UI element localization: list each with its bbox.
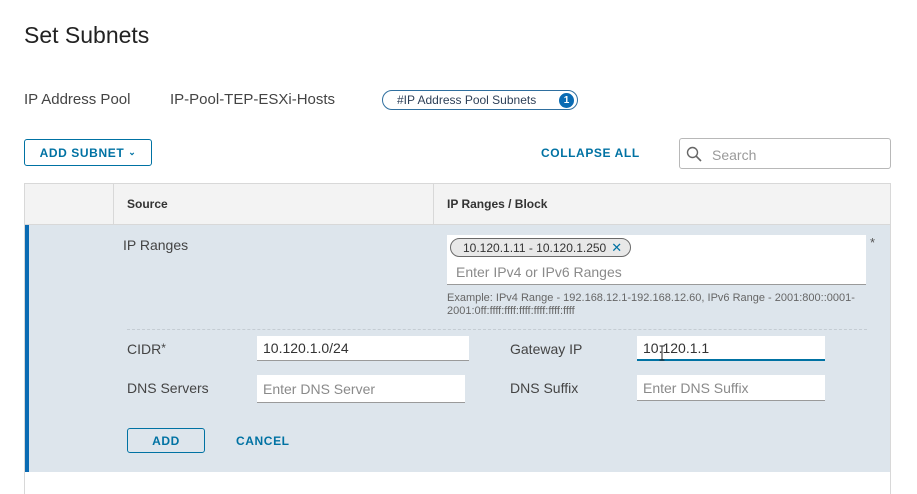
ip-ranges-input[interactable] <box>450 262 862 282</box>
ip-ranges-label: IP Ranges <box>123 237 189 253</box>
column-divider <box>113 184 114 224</box>
ip-range-chip[interactable]: 10.120.1.11 - 10.120.1.250 ✕ <box>450 238 632 257</box>
dns-suffix-label: DNS Suffix <box>510 380 579 396</box>
search-input[interactable] <box>710 144 884 166</box>
collapse-all-link[interactable]: COLLAPSE ALL <box>541 146 640 160</box>
close-icon[interactable]: ✕ <box>611 240 622 256</box>
column-divider <box>433 184 434 224</box>
ip-range-chip-label: 10.120.1.11 - 10.120.1.250 <box>463 240 607 255</box>
page-title: Set Subnets <box>24 22 150 48</box>
cidr-input[interactable] <box>257 336 469 361</box>
chevron-down-icon: ⌄ <box>128 147 137 157</box>
pool-subnets-chip[interactable]: #IP Address Pool Subnets 1 <box>382 90 578 110</box>
subnet-edit-row: IP Ranges 10.120.1.11 - 10.120.1.250 ✕ *… <box>25 225 890 472</box>
cancel-button[interactable]: CANCEL <box>236 434 290 448</box>
cidr-label: CIDR* <box>127 341 166 357</box>
add-subnet-button[interactable]: ADD SUBNET ⌄ <box>24 139 152 166</box>
dns-suffix-input[interactable] <box>637 375 825 401</box>
required-marker: * <box>870 235 876 250</box>
ip-address-pool-label: IP Address Pool <box>24 91 131 108</box>
ip-ranges-field[interactable]: 10.120.1.11 - 10.120.1.250 ✕ <box>447 235 866 285</box>
pool-subnets-count-badge: 1 <box>559 93 574 108</box>
dns-servers-input[interactable] <box>257 375 465 403</box>
divider <box>127 329 867 330</box>
grid-header: Source IP Ranges / Block <box>25 184 890 225</box>
add-subnet-label: ADD SUBNET <box>39 145 125 160</box>
ip-ranges-example: Example: IPv4 Range - 192.168.12.1-192.1… <box>447 292 855 317</box>
text-cursor-icon <box>659 345 665 361</box>
search-box[interactable] <box>679 138 891 169</box>
gateway-ip-label: Gateway IP <box>510 341 583 357</box>
column-header-ip-ranges[interactable]: IP Ranges / Block <box>447 197 547 211</box>
dns-servers-label: DNS Servers <box>127 380 209 396</box>
pool-subnets-chip-label: #IP Address Pool Subnets <box>397 93 537 107</box>
ip-address-pool-value: IP-Pool-TEP-ESXi-Hosts <box>170 91 336 108</box>
column-header-source[interactable]: Source <box>127 197 168 211</box>
gateway-ip-input[interactable] <box>637 336 825 361</box>
add-button[interactable]: ADD <box>127 428 205 453</box>
subnets-grid: Source IP Ranges / Block IP Ranges 10.12… <box>24 183 891 494</box>
search-icon <box>686 146 702 162</box>
